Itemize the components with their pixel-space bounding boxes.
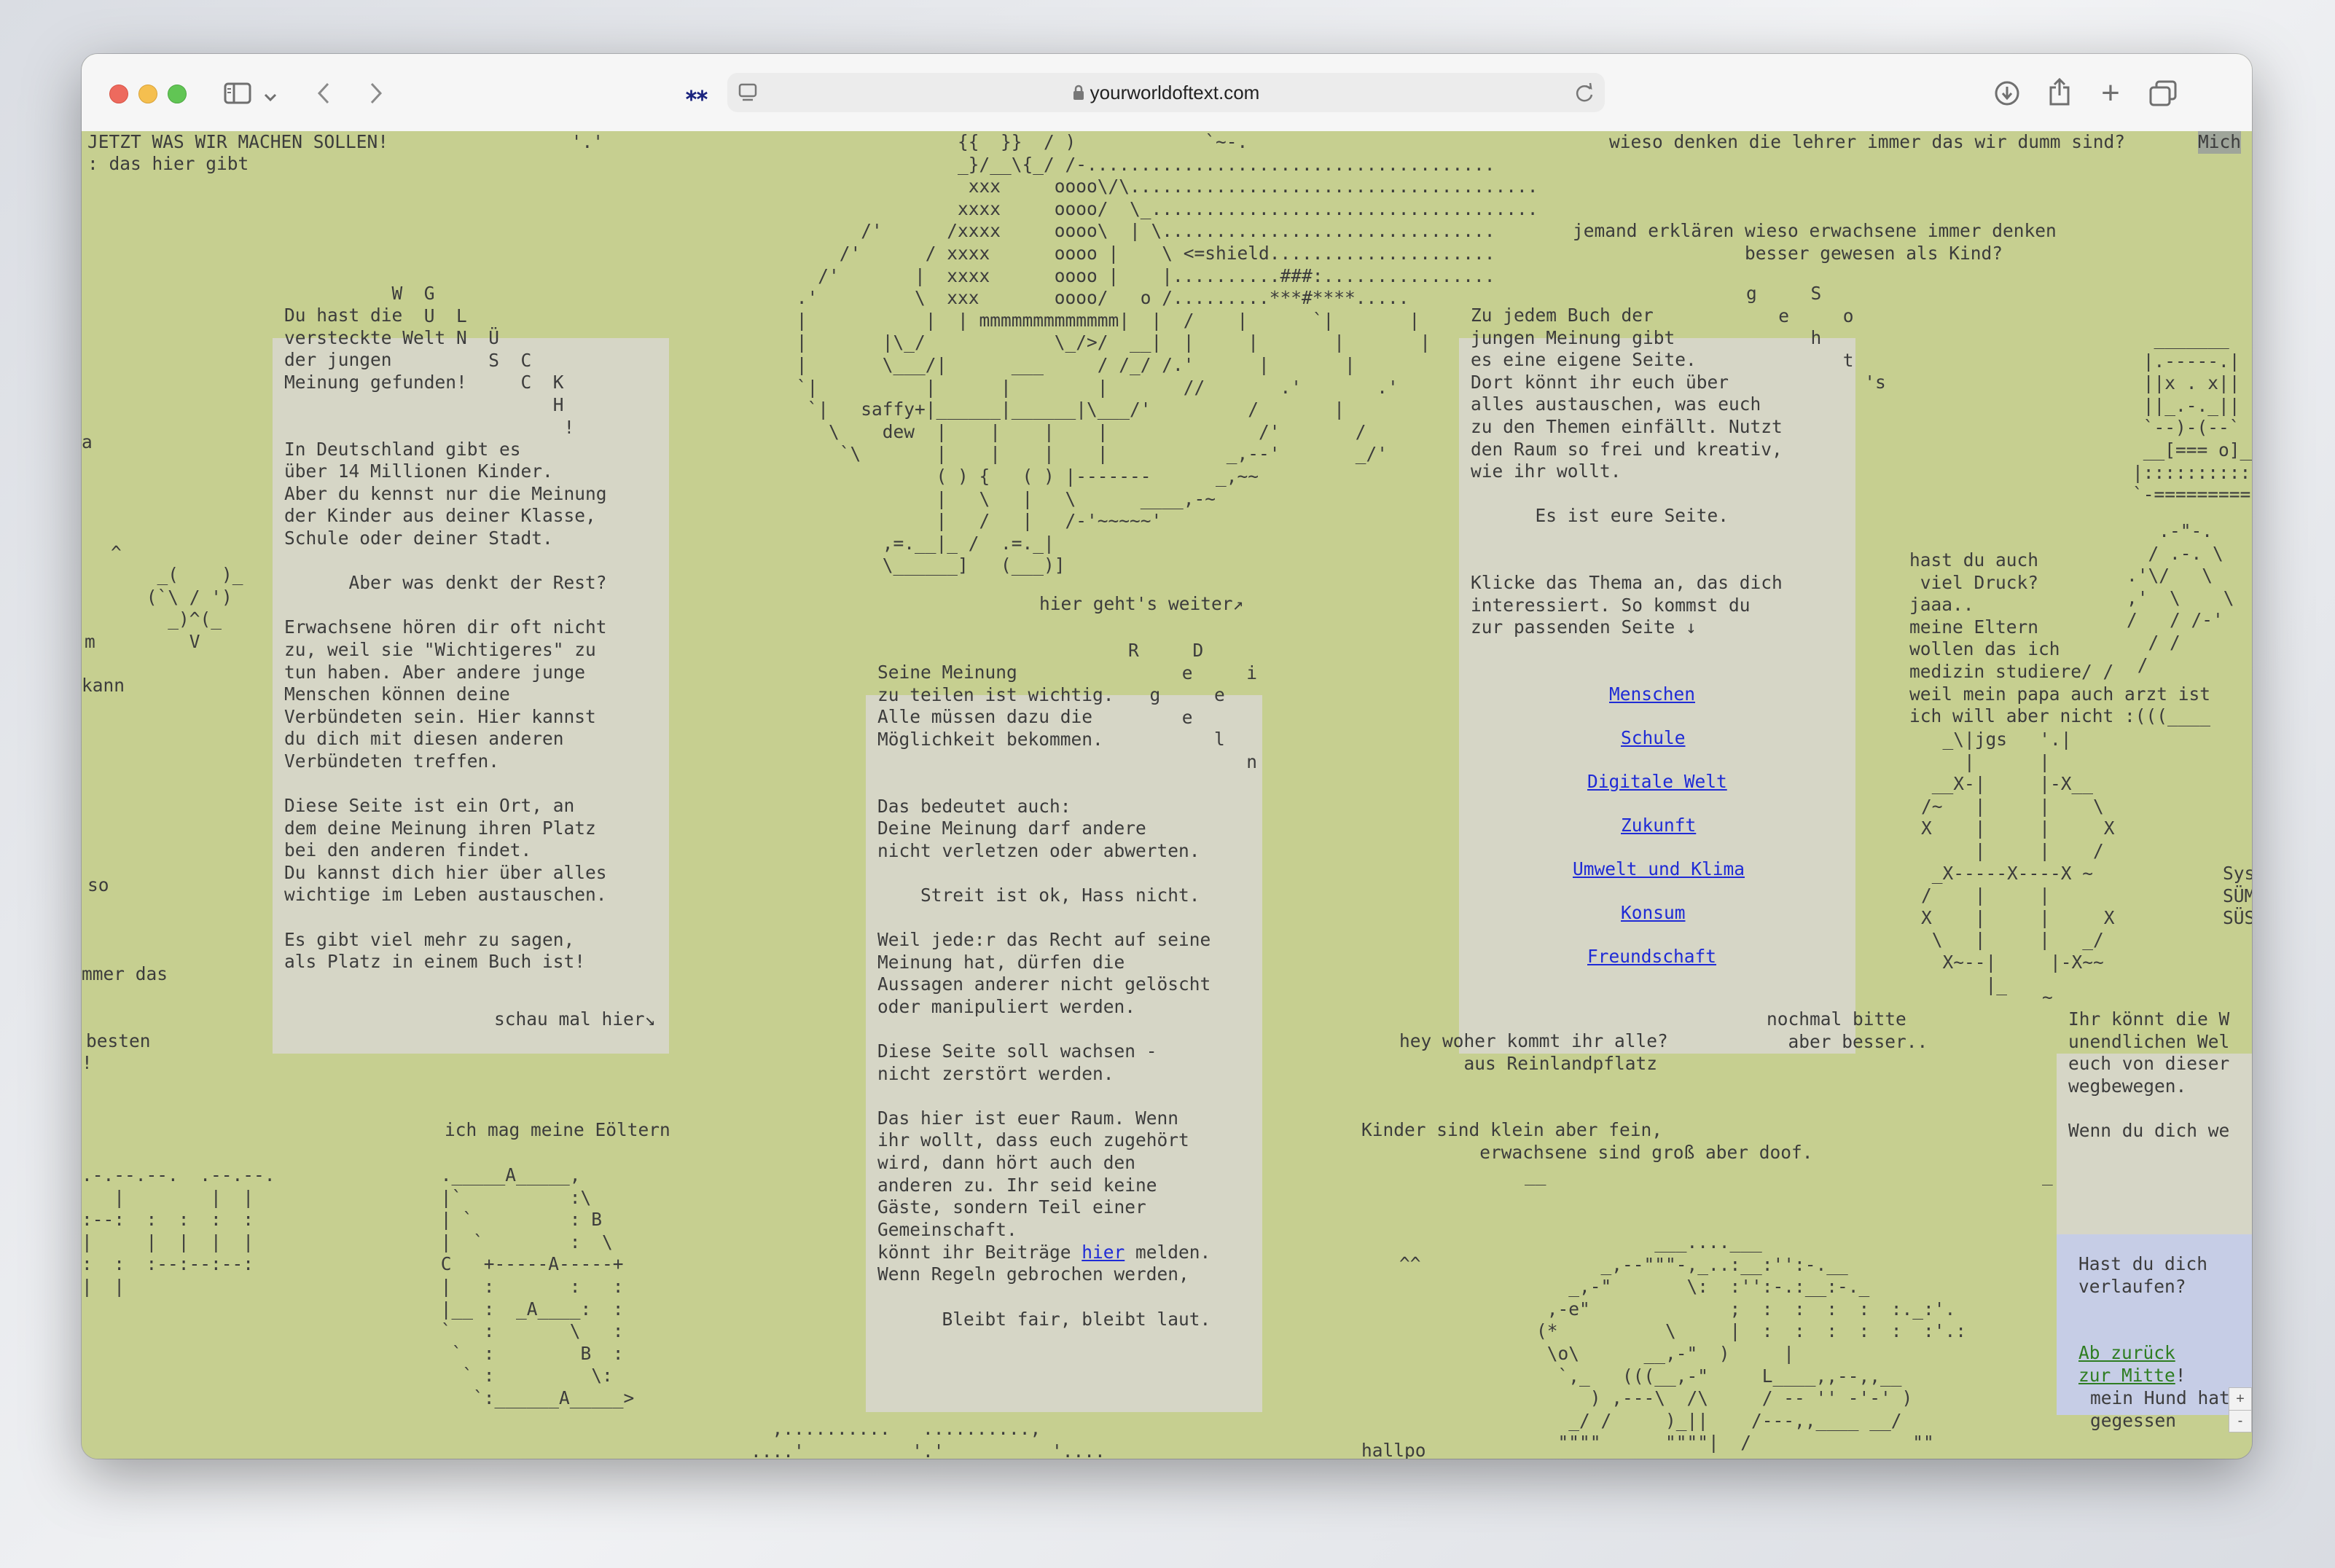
shield-ascii-art: {{ }} / ) `~-. _}/__\{_/ /-.............… bbox=[796, 131, 1538, 576]
topic-link-freundschaft[interactable]: Freundschaft bbox=[1587, 946, 1716, 968]
world-text: mmer das bbox=[82, 963, 168, 984]
download-icon[interactable] bbox=[1991, 73, 2023, 114]
world-text: schau mal hier↘ bbox=[494, 1008, 656, 1030]
tortoise-ascii-art: ___....___ _,--"""-,_..:__:'':-.__ _,-" … bbox=[1536, 1231, 1967, 1454]
world-text: wieso denken die lehrer immer das wir du… bbox=[1609, 131, 2126, 152]
zoom-window-button[interactable] bbox=[168, 85, 187, 103]
url-text[interactable]: yourworldoftext.com bbox=[727, 73, 1605, 114]
chevron-down-icon[interactable] bbox=[259, 73, 281, 114]
world-text: Sys SÜM SÜS bbox=[2223, 863, 2252, 929]
zoom-control: + - bbox=[2229, 1387, 2252, 1432]
world-text: hallpo bbox=[1361, 1440, 1426, 1459]
world-text: so bbox=[87, 874, 109, 895]
tabs-overview-icon[interactable] bbox=[2147, 73, 2179, 114]
robot-ascii-art: _______ |.-----.| ||x . x|| ||_.-._|| `-… bbox=[2132, 328, 2252, 506]
report-link[interactable]: hier bbox=[1082, 1242, 1125, 1263]
help-text: Hast du dich verlaufen? bbox=[2078, 1253, 2208, 1297]
world-text: mein Hund hat gegessen bbox=[2090, 1387, 2230, 1431]
close-window-button[interactable] bbox=[109, 85, 128, 103]
topics-intro-text: Zu jedem Buch der jungen Meinung gibt es… bbox=[1471, 305, 1783, 638]
world-text: ! bbox=[82, 1052, 93, 1073]
address-bar[interactable]: yourworldoftext.com bbox=[727, 73, 1605, 112]
help-bang: ! bbox=[2175, 1364, 2186, 1386]
forward-icon[interactable] bbox=[361, 73, 391, 114]
infinite-world-text: Ihr könnt die W unendlichen Wel euch von… bbox=[2068, 1008, 2230, 1141]
text-world-canvas[interactable]: JETZT WAS WIR MACHEN SOLLEN! '.' : das h… bbox=[82, 131, 2252, 1459]
world-text: Kinder sind klein aber fein, erwachsene … bbox=[1361, 1119, 1813, 1163]
zoom-out-button[interactable]: - bbox=[2229, 1411, 2251, 1432]
world-text: a bbox=[82, 431, 93, 452]
jgs-ascii-art: _\|jgs '.| | | __X-| |-X__ /~ | | \ X | … bbox=[1921, 729, 2115, 995]
url-value: yourworldoftext.com bbox=[1090, 82, 1260, 103]
rules-ending-text: Bleibt fair, bleibt laut. bbox=[877, 1309, 1211, 1330]
owl-ascii-art: _( )_ (`\ / ') _)^(_ V bbox=[146, 564, 243, 652]
world-text: __ bbox=[1525, 1164, 1546, 1185]
plus-icon[interactable]: + bbox=[2095, 73, 2127, 114]
lock-icon bbox=[1073, 74, 1084, 114]
browser-window: ⁎⁎ yourworldoftext.com + JETZT WAS WIR M… bbox=[82, 54, 2252, 1459]
world-text: hier geht's weiter↗ bbox=[1039, 593, 1244, 614]
world-text: : das hier gibt bbox=[87, 153, 249, 174]
world-text: jemand erklären wieso erwachsene immer d… bbox=[1573, 220, 2057, 264]
world-text: ~ bbox=[2042, 987, 2053, 1008]
reload-icon[interactable] bbox=[1574, 82, 1595, 107]
topic-link-konsum[interactable]: Konsum bbox=[1621, 902, 1686, 925]
selected-cell-text[interactable]: Mich bbox=[2198, 131, 2242, 154]
world-text: m bbox=[85, 631, 95, 652]
topic-link-zukunft[interactable]: Zukunft bbox=[1621, 815, 1696, 837]
world-text: besten bbox=[86, 1030, 151, 1051]
world-text: hast du auch viel Druck? jaaa.. meine El… bbox=[1909, 549, 2211, 727]
help-link-line: Ab zurück zur Mitte! bbox=[2078, 1342, 2186, 1387]
asterisk-extension-icon[interactable]: ⁎⁎ bbox=[681, 73, 713, 114]
share-icon[interactable] bbox=[2043, 73, 2076, 114]
world-text: nochmal bitte aber besser.. bbox=[1767, 1008, 1928, 1052]
world-text: ^^ bbox=[1399, 1253, 1421, 1274]
world-text: JETZT WAS WIR MACHEN SOLLEN! '.' bbox=[87, 131, 604, 152]
topic-link-umwelt-und-klima[interactable]: Umwelt und Klima bbox=[1573, 858, 1745, 881]
back-to-center-link[interactable]: Ab zurück zur Mitte bbox=[2078, 1342, 2175, 1386]
topic-link-digitale-welt[interactable]: Digitale Welt bbox=[1587, 771, 1727, 793]
report-line: könnt ihr Beiträge hier melden. bbox=[877, 1242, 1210, 1264]
world-text: hey woher kommt ihr alle? aus Reinlandpf… bbox=[1399, 1030, 1668, 1074]
rules-text: Seine Meinung zu teilen ist wichtig. All… bbox=[877, 662, 1211, 1285]
sidebar-icon[interactable] bbox=[220, 73, 255, 114]
world-text: _ bbox=[2042, 1164, 2053, 1185]
world-text: ,.......... .........., ....' '.' '.... bbox=[751, 1418, 1106, 1459]
browser-toolbar: ⁎⁎ yourworldoftext.com + bbox=[82, 54, 2252, 133]
welcome-text: Du hast die versteckte Welt der jungen M… bbox=[284, 305, 607, 973]
topic-link-menschen[interactable]: Menschen bbox=[1609, 683, 1695, 706]
building-ascii-art: ._____A_____, |` :\ | ` : B | ` : \ C +-… bbox=[440, 1164, 635, 1408]
report-text-post: melden. bbox=[1125, 1242, 1211, 1263]
report-text-pre: könnt ihr Beiträge bbox=[877, 1242, 1082, 1263]
grid-ascii-art: .-.--.--. .--.--. | | | :--: : : : : | |… bbox=[82, 1164, 275, 1297]
world-text: ^ bbox=[111, 542, 122, 563]
back-icon[interactable] bbox=[309, 73, 338, 114]
world-text: kann bbox=[82, 675, 125, 696]
zoom-in-button[interactable]: + bbox=[2229, 1388, 2251, 1411]
minimize-window-button[interactable] bbox=[138, 85, 157, 103]
world-text: ich mag meine Eöltern bbox=[445, 1119, 670, 1140]
topic-link-schule[interactable]: Schule bbox=[1621, 727, 1686, 750]
